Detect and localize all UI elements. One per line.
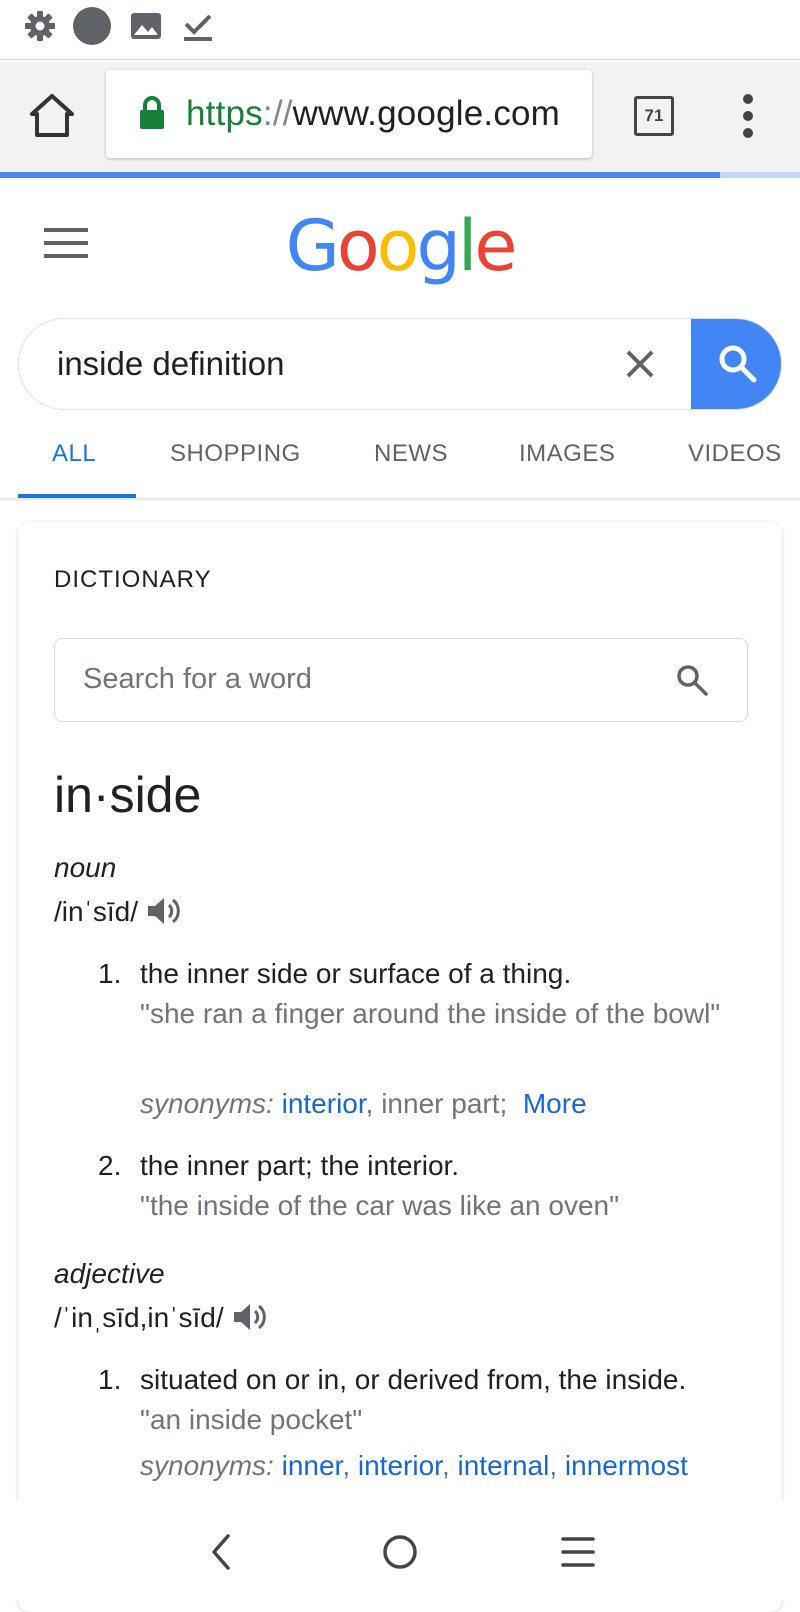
card-heading: DICTIONARY bbox=[54, 566, 212, 593]
definition-number: 1. bbox=[98, 958, 122, 989]
synonym-text: , inner part; bbox=[365, 1088, 508, 1119]
status-bar bbox=[0, 0, 800, 60]
progress-fill bbox=[0, 172, 720, 178]
pronunciation-text: /inˈsīd/ bbox=[54, 896, 139, 927]
synonym-separator: , bbox=[549, 1450, 565, 1481]
download-check-icon bbox=[184, 14, 212, 41]
part-of-speech-noun: noun bbox=[54, 852, 117, 883]
image-icon bbox=[131, 13, 161, 39]
home-circle-icon[interactable] bbox=[375, 1530, 425, 1574]
synonyms-label: synonyms: bbox=[140, 1088, 274, 1119]
url-scheme: https bbox=[186, 94, 263, 133]
logo-letter: l bbox=[457, 205, 478, 287]
definition-text: situated on or in, or derived from, the … bbox=[140, 1364, 687, 1395]
tab-all[interactable]: ALL bbox=[52, 440, 96, 468]
synonym-link[interactable]: interior bbox=[282, 1088, 366, 1119]
back-icon[interactable] bbox=[196, 1530, 246, 1574]
synonyms-row: synonyms: interior, inner part; More bbox=[140, 1088, 587, 1120]
noun-pronunciation: /inˈsīd/ bbox=[54, 896, 180, 928]
clear-icon[interactable] bbox=[623, 347, 657, 381]
recent-apps-icon[interactable] bbox=[553, 1530, 603, 1574]
pronunciation-text: /ˈinˌsīd,inˈsīd/ bbox=[54, 1302, 224, 1333]
synonym-separator: , bbox=[441, 1450, 458, 1481]
logo-letter: g bbox=[416, 205, 460, 287]
search-icon[interactable] bbox=[675, 663, 709, 697]
lock-icon bbox=[140, 96, 164, 129]
tab-images[interactable]: IMAGES bbox=[519, 440, 615, 468]
url-text: https://www.google.com bbox=[186, 94, 560, 134]
word-search-field[interactable]: Search for a word bbox=[54, 638, 748, 722]
definition-text: the inner side or surface of a thing. bbox=[140, 958, 572, 989]
speaker-icon[interactable] bbox=[232, 1302, 266, 1332]
more-synonyms-link[interactable]: More bbox=[523, 1088, 587, 1119]
search-icon bbox=[719, 345, 757, 383]
logo-letter: e bbox=[474, 205, 517, 287]
search-input[interactable]: inside definition bbox=[57, 345, 285, 383]
adjective-pronunciation: /ˈinˌsīd,inˈsīd/ bbox=[54, 1302, 266, 1334]
synonym-link[interactable]: internal bbox=[458, 1450, 550, 1481]
result-tabs: ALL SHOPPING NEWS IMAGES VIDEOS bbox=[0, 428, 800, 498]
word-search-placeholder: Search for a word bbox=[83, 663, 312, 695]
tab-shopping[interactable]: SHOPPING bbox=[170, 440, 301, 468]
part-of-speech-adjective: adjective bbox=[54, 1258, 165, 1289]
search-box[interactable]: inside definition bbox=[18, 318, 782, 410]
address-bar[interactable]: https://www.google.com bbox=[106, 70, 592, 158]
definition-number: 1. bbox=[98, 1364, 122, 1395]
definition-example: "she ran a finger around the inside of t… bbox=[140, 998, 721, 1029]
tabs-divider bbox=[0, 498, 800, 502]
logo-letter: G bbox=[285, 205, 340, 287]
page-load-progress bbox=[0, 172, 800, 178]
search-button[interactable] bbox=[691, 319, 781, 409]
google-logo[interactable]: Google bbox=[0, 206, 800, 286]
synonym-link[interactable]: inner bbox=[282, 1450, 343, 1481]
system-navigation-bar bbox=[0, 1500, 800, 1600]
logo-letter: o bbox=[376, 205, 420, 287]
headword: in·side bbox=[54, 767, 202, 823]
home-icon[interactable] bbox=[26, 90, 78, 142]
definition-example: "the inside of the car was like an oven" bbox=[140, 1190, 620, 1221]
dictionary-card: DICTIONARY Search for a word in·side nou… bbox=[18, 522, 782, 1612]
synonym-link[interactable]: interior bbox=[358, 1450, 442, 1481]
definition-text: the inner part; the interior. bbox=[140, 1150, 460, 1181]
logo-letter: o bbox=[336, 205, 380, 287]
definition-example: "an inside pocket" bbox=[140, 1404, 363, 1435]
synonym-separator: , bbox=[342, 1450, 358, 1481]
overflow-menu-icon[interactable] bbox=[734, 90, 764, 142]
synonyms-label: synonyms: bbox=[140, 1450, 274, 1481]
tab-switcher-button[interactable]: 71 bbox=[634, 96, 674, 136]
url-host: www.google.com bbox=[292, 94, 561, 133]
definition-number: 2. bbox=[98, 1150, 122, 1181]
tab-news[interactable]: NEWS bbox=[374, 440, 448, 468]
synonyms-row: synonyms: inner, interior, internal, inn… bbox=[140, 1450, 688, 1482]
gear-icon bbox=[25, 11, 55, 41]
circle-icon bbox=[73, 7, 111, 45]
speaker-icon[interactable] bbox=[146, 896, 180, 926]
browser-toolbar: https://www.google.com 71 bbox=[0, 62, 800, 172]
synonym-link[interactable]: innermost bbox=[565, 1450, 688, 1481]
url-separator: :// bbox=[262, 94, 293, 133]
tab-videos[interactable]: VIDEOS bbox=[688, 440, 782, 468]
